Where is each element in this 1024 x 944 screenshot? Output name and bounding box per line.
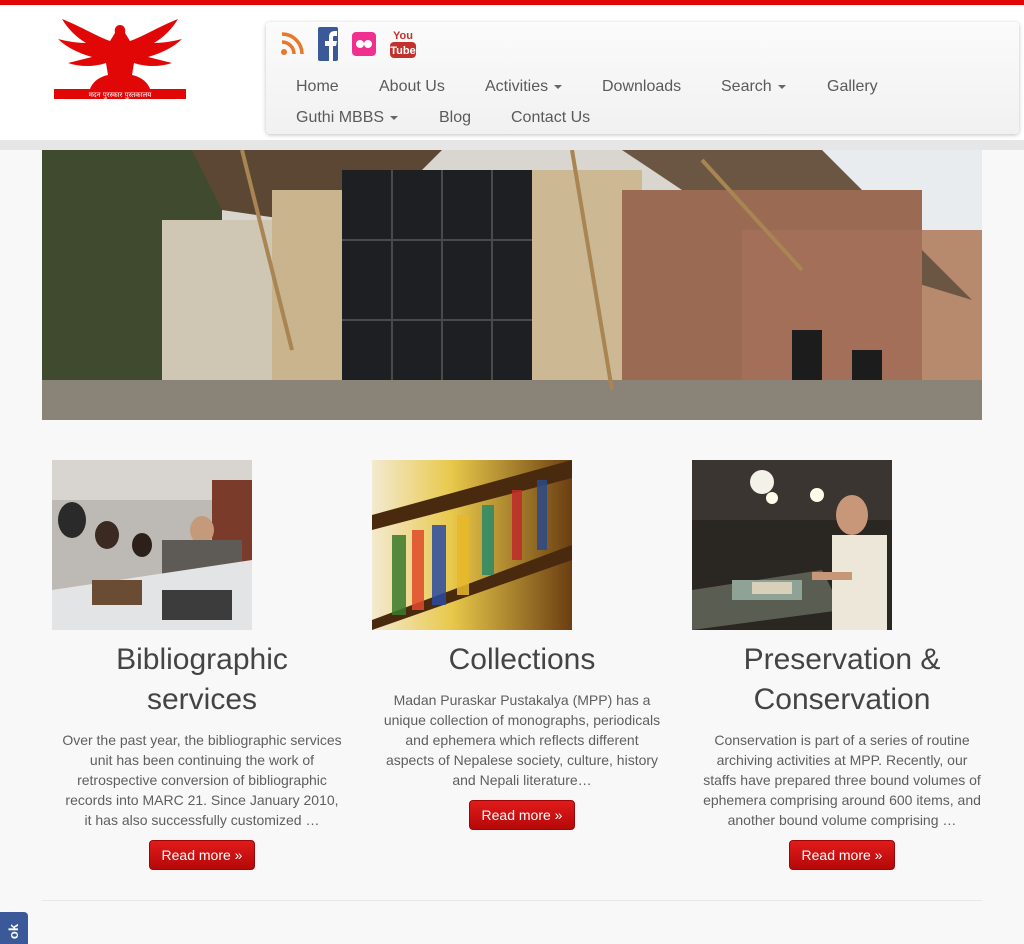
social-links: You Tube [280,26,430,66]
nav-gallery[interactable]: Gallery [827,78,878,96]
chevron-down-icon [554,84,563,89]
nav-search[interactable]: Search [721,78,786,96]
nav-about-us[interactable]: About Us [379,78,445,96]
nav-contact-us[interactable]: Contact Us [511,109,590,127]
nav-home[interactable]: Home [296,78,339,96]
nav-activities[interactable]: Activities [485,78,563,96]
chevron-down-icon [777,84,786,89]
card-title-collections: Collections [448,643,596,676]
svg-text:Tube: Tube [390,45,415,57]
youtube-icon[interactable]: You Tube [390,28,416,65]
flickr-icon[interactable] [352,31,376,61]
svg-text:You: You [393,30,413,42]
card-text-preservation: Conservation is part of a series of rout… [703,732,981,828]
collections-image[interactable] [372,460,572,630]
navbar: You Tube Home About Us Activities Downlo… [266,22,1019,134]
site-logo[interactable]: मदन पुरस्कार पुस्तकालय [52,17,188,101]
card-title-bibliographic: Bibliographic services [116,643,288,716]
preservation-conservation-image[interactable] [692,460,892,630]
nav-downloads[interactable]: Downloads [602,78,681,96]
site-header: मदन पुरस्कार पुस्तकालय You Tube Home Abo… [0,5,1024,140]
logo-caption: मदन पुरस्कार पुस्तकालय [89,91,152,99]
header-divider [0,140,1024,150]
section-divider [42,900,982,901]
card-title-preservation: Preservation & Conservation [743,643,941,716]
card-text-collections: Madan Puraskar Pustakalya (MPP) has a uni… [383,692,661,788]
chevron-down-icon [390,115,399,120]
facebook-side-tab[interactable]: ok [0,912,28,944]
nav-guthi-mbbs[interactable]: Guthi MBBS [296,109,399,127]
card-text-bibliographic: Over the past year, the bibliographic se… [62,732,342,828]
rss-icon[interactable] [280,31,304,61]
read-more-bibliographic-button[interactable]: Read more » [149,840,255,870]
facebook-icon[interactable] [318,26,338,66]
read-more-preservation-button[interactable]: Read more » [789,840,895,870]
bibliographic-services-image[interactable] [52,460,252,630]
read-more-collections-button[interactable]: Read more » [469,800,575,830]
hero-image [42,150,982,420]
nav-blog[interactable]: Blog [439,109,471,127]
